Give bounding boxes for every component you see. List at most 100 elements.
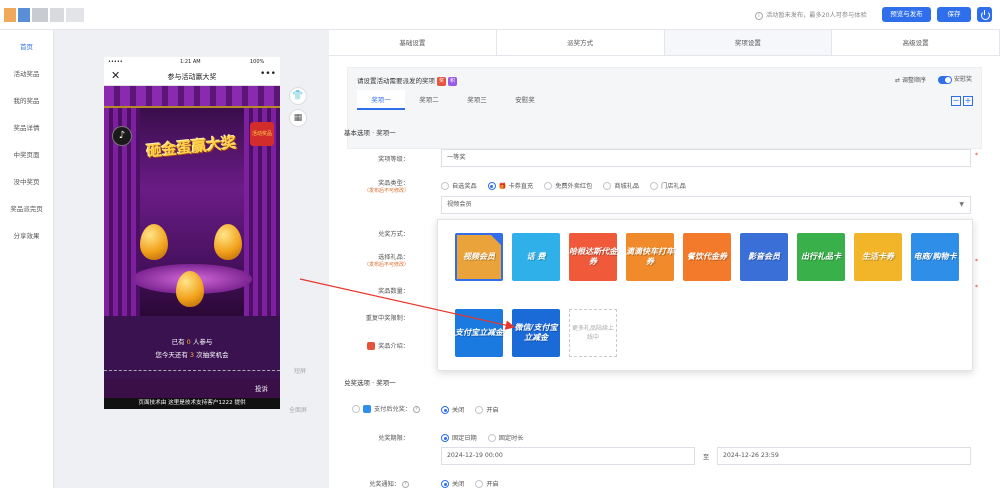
- radio-mall-gift[interactable]: 商城礼品: [603, 181, 639, 190]
- pay-redeem-row: 支付后兑奖：?: [352, 404, 421, 413]
- tab-prize-1[interactable]: 奖项一: [357, 90, 405, 110]
- sidebar-item-win-page[interactable]: 中奖页面: [0, 142, 53, 169]
- more-gifts-placeholder: 更多礼品陆续上线中: [569, 309, 617, 357]
- gift-picker-dropdown: 视频会员 话 费 哈根达斯代金券 滴滴快车打车券 餐饮代金券 影音会员 出行礼品…: [437, 219, 973, 371]
- gift-card[interactable]: 视频会员: [455, 233, 503, 281]
- app-logo: [4, 8, 90, 22]
- radio-pay-off[interactable]: 关闭: [441, 405, 464, 414]
- period-label: 兑奖期限：: [378, 435, 409, 442]
- golden-egg[interactable]: [176, 271, 204, 307]
- publish-status-note: i 活动暂未发布，最多20人可参与体验: [755, 10, 867, 20]
- type-hint: （发布后不可修改）: [363, 188, 409, 194]
- sidebar: 首页 活动奖品 我的奖品 奖品详情 中奖页面 没中奖页 奖品派完页 分享效果: [0, 30, 54, 488]
- info-icon: i: [755, 12, 763, 20]
- redeem-method-label: 兑奖方式：: [378, 231, 409, 238]
- quantity-label: 奖品数量：: [378, 288, 409, 295]
- short-screen-line: [104, 370, 280, 371]
- gift-card[interactable]: 滴滴快车打车券: [626, 233, 674, 281]
- preview-tools: 👕 ▦: [289, 87, 307, 131]
- radio-store-gift[interactable]: 门店礼品: [650, 181, 686, 190]
- gift-card[interactable]: 微信/支付宝立减金: [512, 309, 560, 357]
- notice-radios: 关闭 开启: [441, 479, 499, 488]
- top-bar: i 活动暂未发布，最多20人可参与体验 预览与发布 保存: [0, 0, 1000, 30]
- more-icon: •••: [260, 69, 276, 79]
- panel-title: 请设置活动需要派发的奖项奖积: [357, 76, 457, 86]
- minus-icon[interactable]: −: [951, 96, 961, 106]
- tab-basic-settings[interactable]: 基础设置: [329, 30, 497, 55]
- tech-support-footer: 页面技术由 这里是技术支持客户1222 提供: [104, 398, 280, 409]
- settings-steps: 基础设置 派奖方式 奖项设置 高级设置: [329, 30, 1000, 56]
- redeem-section-title: 兑奖选项 · 奖项一: [344, 379, 396, 387]
- sidebar-item-home[interactable]: 首页: [0, 34, 53, 61]
- shirt-icon[interactable]: 👕: [289, 87, 307, 105]
- sort-button[interactable]: ⇄ 调整顺序: [895, 75, 926, 84]
- prize-type-radios: 自选奖品 🎁 卡券直充 免费外卖红包 商城礼品 门店礼品: [441, 181, 686, 190]
- pay-icon: [363, 405, 371, 413]
- golden-egg[interactable]: [214, 224, 242, 260]
- prize-level-input[interactable]: 一等奖: [441, 149, 971, 167]
- radio-fixed-duration[interactable]: 固定时长: [487, 433, 524, 442]
- preview-publish-button[interactable]: 预览与发布: [882, 7, 931, 22]
- egg-stage-banner: ♪ 活动奖品 砸金蛋赢大奖: [104, 86, 280, 316]
- plus-icon[interactable]: +: [963, 96, 973, 106]
- curtain-valance: [104, 86, 280, 108]
- period-radios: 固定日期 固定时长: [441, 433, 524, 442]
- radio-takeout-redpack[interactable]: 免费外卖红包: [544, 181, 592, 190]
- sidebar-item-prize-exhausted[interactable]: 奖品派完页: [0, 196, 53, 223]
- complain-link[interactable]: 投诉: [255, 383, 268, 393]
- sidebar-item-prize-details[interactable]: 奖品详情: [0, 115, 53, 142]
- radio-notice-on[interactable]: 开启: [475, 479, 499, 488]
- phone-preview: ••••• 1:21 AM 100% ✕ 参与活动赢大奖 ••• ♪ 活动奖品 …: [104, 57, 280, 409]
- prize-panel: 请设置活动需要派发的奖项奖积 ⇄ 调整顺序 安慰奖 奖项一 奖项二 奖项三 安慰…: [347, 67, 982, 149]
- sidebar-item-lose-page[interactable]: 没中奖页: [0, 169, 53, 196]
- music-icon[interactable]: ♪: [112, 126, 132, 146]
- toggle-switch[interactable]: [938, 75, 952, 84]
- end-date-input[interactable]: 2024-12-26 23:59: [717, 447, 971, 465]
- help-icon[interactable]: ?: [402, 480, 409, 488]
- grid-icon[interactable]: ▦: [289, 109, 307, 127]
- phone-status-bar: ••••• 1:21 AM 100%: [104, 57, 280, 67]
- sidebar-item-share-effect[interactable]: 分享效果: [0, 223, 53, 250]
- tab-consolation[interactable]: 安慰奖: [501, 90, 549, 110]
- note-icon: [367, 342, 376, 350]
- radio-notice-off[interactable]: 关闭: [441, 479, 464, 488]
- tag-icon: 积: [448, 76, 457, 86]
- tab-prize-2[interactable]: 奖项二: [405, 90, 453, 110]
- gift-card[interactable]: 支付宝立减金: [455, 309, 503, 357]
- gift-card[interactable]: 出行礼品卡: [797, 233, 845, 281]
- radio-self-pick[interactable]: 自选奖品: [441, 181, 477, 190]
- tab-distribution[interactable]: 派奖方式: [497, 30, 665, 55]
- radio-pay-on[interactable]: 开启: [475, 405, 499, 414]
- power-icon[interactable]: [977, 7, 992, 22]
- gift-card[interactable]: 餐饮代金券: [683, 233, 731, 281]
- notice-label: 兑奖通知：?: [329, 479, 409, 488]
- tag-icon: 奖: [437, 76, 446, 86]
- gift-card[interactable]: 电商/购物卡: [911, 233, 959, 281]
- sidebar-item-my-prizes[interactable]: 我的奖品: [0, 88, 53, 115]
- gift-card[interactable]: 哈根达斯代金券: [569, 233, 617, 281]
- basic-section-title: 基本选项 · 奖项一: [344, 129, 396, 137]
- gift-card[interactable]: 影音会员: [740, 233, 788, 281]
- radio-card-topup[interactable]: 🎁 卡券直充: [487, 181, 533, 190]
- intro-label: 奖品介绍：: [329, 341, 409, 350]
- start-date-input[interactable]: 2024-12-19 00:00: [441, 447, 695, 465]
- check-icon: [490, 234, 502, 246]
- pay-redeem-checkbox[interactable]: [352, 405, 360, 413]
- tab-advanced[interactable]: 高级设置: [832, 30, 1000, 55]
- help-icon[interactable]: ?: [413, 405, 421, 413]
- level-label: 奖项等级：: [378, 156, 409, 163]
- sidebar-item-activity-prizes[interactable]: 活动奖品: [0, 61, 53, 88]
- tab-prize-3[interactable]: 奖项三: [453, 90, 501, 110]
- tab-prize-settings[interactable]: 奖项设置: [664, 30, 833, 55]
- consolation-toggle[interactable]: 安慰奖: [938, 74, 972, 84]
- gift-card[interactable]: 生活卡券: [854, 233, 902, 281]
- prize-tabs: 奖项一 奖项二 奖项三 安慰奖: [357, 90, 549, 110]
- save-button[interactable]: 保存: [937, 7, 971, 22]
- range-separator: 至: [703, 454, 710, 461]
- prize-badge[interactable]: 活动奖品: [250, 122, 274, 146]
- gift-category-select[interactable]: 视频会员 ▼: [441, 196, 971, 214]
- gift-card[interactable]: 话 费: [512, 233, 560, 281]
- radio-fixed-date[interactable]: 固定日期: [441, 433, 477, 442]
- pay-redeem-radios: 关闭 开启: [441, 405, 499, 414]
- golden-egg[interactable]: [140, 224, 168, 260]
